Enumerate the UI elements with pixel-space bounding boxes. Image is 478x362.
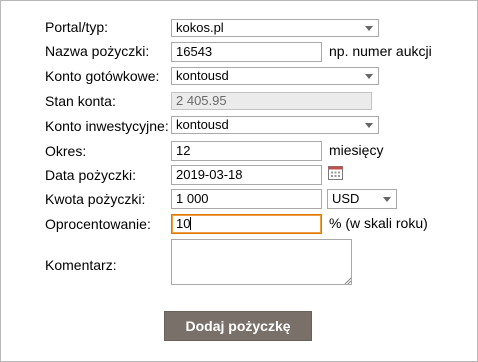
loan-name-input[interactable]: 16543	[171, 42, 322, 62]
interest-input[interactable]: 10	[171, 214, 322, 234]
investment-account-value: kontousd	[176, 117, 229, 132]
interest-label: Oprocentowanie:	[45, 216, 151, 232]
comment-label: Komentarz:	[45, 257, 117, 273]
amount-input[interactable]: 1 000	[171, 189, 322, 209]
investment-account-select[interactable]: kontousd	[171, 116, 379, 134]
add-loan-button[interactable]: Dodaj pożyczkę	[164, 311, 312, 341]
currency-value: USD	[332, 191, 360, 206]
period-value: 12	[176, 143, 191, 158]
amount-label: Kwota pożyczki:	[45, 191, 146, 207]
resize-handle-icon[interactable]	[344, 277, 351, 284]
balance-value: 2 405.95	[176, 93, 227, 108]
chevron-down-icon	[365, 123, 373, 128]
chevron-down-icon	[365, 74, 373, 79]
cash-account-label: Konto gotówkowe:	[45, 68, 160, 84]
loan-name-value: 16543	[176, 44, 213, 59]
loan-name-hint: np. numer aukcji	[329, 43, 432, 59]
text-caret	[190, 217, 192, 230]
loan-date-label: Data pożyczki:	[45, 167, 137, 183]
cash-account-select[interactable]: kontousd	[171, 67, 379, 85]
interest-unit: % (w skali roku)	[329, 215, 428, 231]
period-unit: miesięcy	[329, 142, 384, 158]
chevron-down-icon	[383, 197, 391, 202]
loan-name-label: Nazwa pożyczki:	[45, 43, 150, 59]
comment-textarea[interactable]	[171, 239, 352, 285]
chevron-down-icon	[365, 26, 373, 31]
portal-value: kokos.pl	[176, 20, 224, 35]
balance-label: Stan konta:	[45, 93, 116, 109]
balance-field: 2 405.95	[171, 92, 372, 110]
amount-value: 1 000	[176, 191, 209, 206]
investment-account-label: Konto inwestycyjne:	[45, 118, 169, 134]
period-input[interactable]: 12	[171, 141, 322, 161]
cash-account-value: kontousd	[176, 68, 229, 83]
loan-date-value: 2019-03-18	[176, 167, 243, 182]
loan-date-input[interactable]: 2019-03-18	[171, 165, 322, 185]
portal-label: Portal/typ:	[45, 19, 109, 35]
calendar-icon[interactable]	[328, 165, 343, 180]
interest-value: 10	[176, 216, 191, 231]
portal-select[interactable]: kokos.pl	[171, 19, 379, 37]
period-label: Okres:	[45, 143, 87, 159]
currency-select[interactable]: USD	[327, 189, 397, 209]
